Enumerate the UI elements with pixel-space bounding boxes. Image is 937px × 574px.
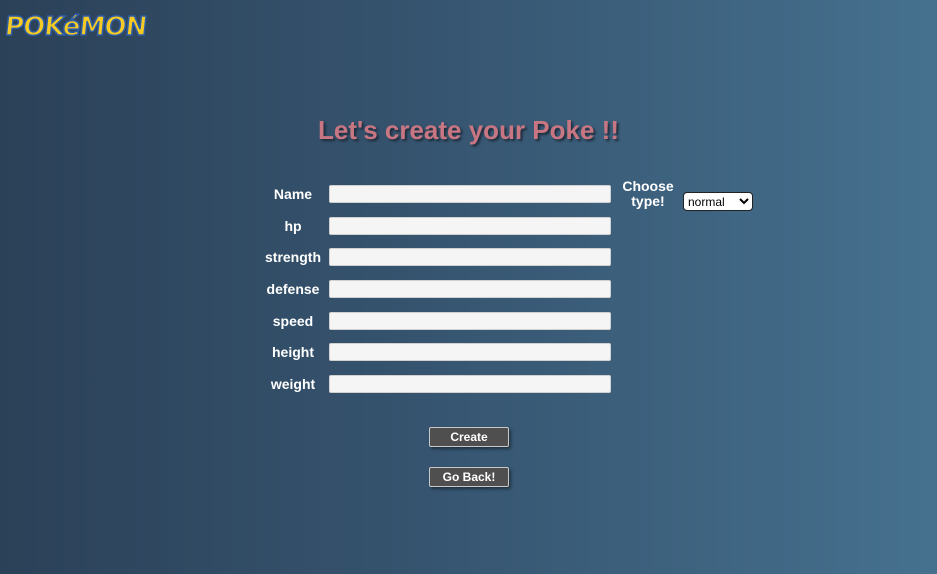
field-row-name: Name <box>258 184 611 204</box>
weight-input[interactable] <box>329 375 611 393</box>
name-input[interactable] <box>329 185 611 203</box>
field-row-hp: hp <box>258 216 611 236</box>
defense-label: defense <box>266 281 320 297</box>
strength-label: strength <box>265 249 321 265</box>
create-button[interactable]: Create <box>429 427 509 447</box>
page-title: Let's create your Poke !! <box>318 115 619 145</box>
field-row-strength: strength <box>258 247 611 267</box>
field-row-weight: weight <box>258 374 611 394</box>
hp-input[interactable] <box>329 217 611 235</box>
speed-input[interactable] <box>329 312 611 330</box>
speed-label: speed <box>272 313 314 329</box>
weight-label: weight <box>270 376 316 392</box>
strength-input[interactable] <box>329 248 611 266</box>
height-label: height <box>272 344 314 360</box>
name-label: Name <box>273 186 313 202</box>
type-label-line2: type! <box>631 193 665 209</box>
hp-label: hp <box>284 218 302 234</box>
height-input[interactable] <box>329 343 611 361</box>
field-row-speed: speed <box>258 311 611 331</box>
type-label: Choose type! <box>618 179 678 209</box>
type-select[interactable]: normal <box>683 192 753 211</box>
pokemon-logo: POKéMON <box>3 11 149 43</box>
go-back-button[interactable]: Go Back! <box>429 467 509 487</box>
field-row-defense: defense <box>258 279 611 299</box>
type-label-line1: Choose <box>622 178 674 194</box>
defense-input[interactable] <box>329 280 611 298</box>
field-row-height: height <box>258 342 611 362</box>
